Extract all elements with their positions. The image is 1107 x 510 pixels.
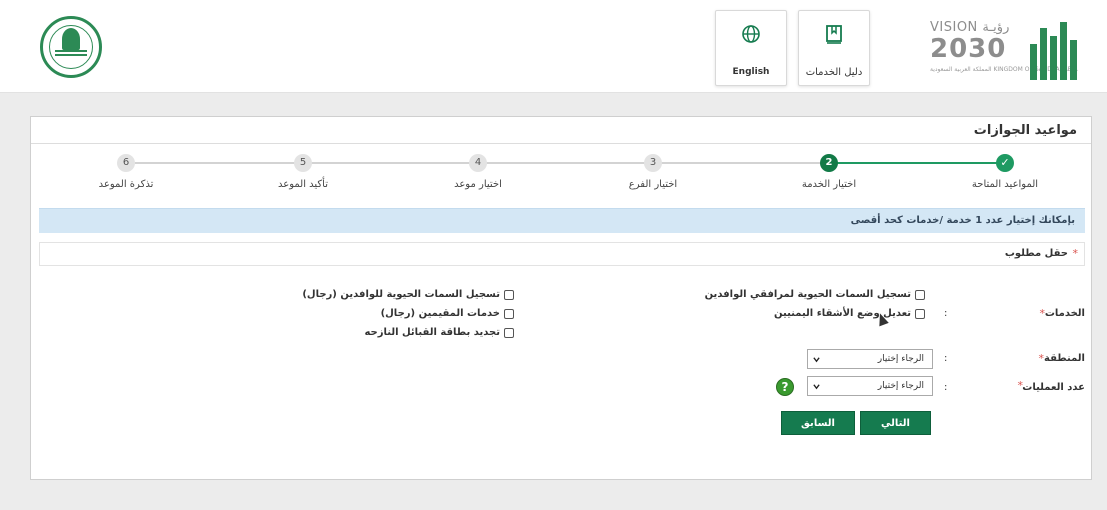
service-checkbox-3[interactable] [504,290,514,300]
step-3-dot: 3 [644,154,662,172]
service-label-2: تعديل وضع الأشقاء اليمنيين [774,308,911,319]
step-6-dot: 6 [117,154,135,172]
service-label-3: تسجيل السمات الحيوية للوافدين (رجال) [302,289,500,300]
site-header: English دليل الخدمات VISION رؤيـة 2030 ا… [0,0,1107,93]
step-2-dot: 2 [820,154,838,172]
services-label: الخدمات [1044,308,1085,319]
required-text: حقل مطلوب [1004,248,1068,259]
service-checkbox-5[interactable] [504,328,514,338]
step-1-label: المواعيد المتاحة [971,179,1039,190]
saudi-emblem-icon [40,16,102,78]
next-button[interactable]: التالي [860,411,931,435]
region-label: المنطقة [1044,353,1085,364]
step-3-label: اختيار الفرع [628,179,678,190]
previous-button[interactable]: السابق [781,411,855,435]
step-5-dot: 5 [294,154,312,172]
english-label: English [732,67,770,77]
step-2-label: اختيار الخدمة [801,179,857,190]
help-icon[interactable]: ? [776,378,794,396]
step-4-label: اختيار موعد [454,179,502,190]
services-guide-button[interactable]: دليل الخدمات [798,10,870,86]
english-language-button[interactable]: English [715,10,787,86]
step-5-label: تأكيد الموعد [277,179,329,190]
chevron-down-icon [813,357,820,363]
appointments-panel: مواعيد الجوازات ✓ المواعيد المتاحة 2 اخت… [30,116,1092,480]
vision-2030-logo: VISION رؤيـة 2030 المملكة العربية السعود… [930,20,1078,73]
service-checkbox-1[interactable] [915,290,925,300]
book-icon [826,25,842,44]
guide-label: دليل الخدمات [805,67,863,78]
operations-label: عدد العمليات [1022,382,1085,393]
service-label-5: تجديد بطاقة القبائل النازحه [364,327,500,338]
step-6-label: تذكرة الموعد [98,179,154,190]
service-checkbox-2[interactable] [915,309,925,319]
stepper-progress [830,162,1005,164]
info-text: بإمكانك إختيار عدد 1 خدمة /خدمات كحد أقص… [850,215,1075,226]
required-note: * حقل مطلوب [39,242,1085,266]
page-title: مواعيد الجوازات [973,123,1077,138]
step-1-dot: ✓ [996,154,1014,172]
operations-select[interactable]: الرجاء إختيار [807,376,933,396]
globe-icon [742,25,760,43]
info-banner: بإمكانك إختيار عدد 1 خدمة /خدمات كحد أقص… [39,208,1085,233]
service-checkbox-4[interactable] [504,309,514,319]
step-4-dot: 4 [469,154,487,172]
region-select[interactable]: الرجاء إختيار [807,349,933,369]
service-label-4: خدمات المقيمين (رجال) [380,308,500,319]
chevron-down-icon [813,384,820,390]
absher-logo-icon [1030,14,1082,80]
service-label-1: تسجيل السمات الحيوية لمرافقي الوافدين [704,289,911,300]
